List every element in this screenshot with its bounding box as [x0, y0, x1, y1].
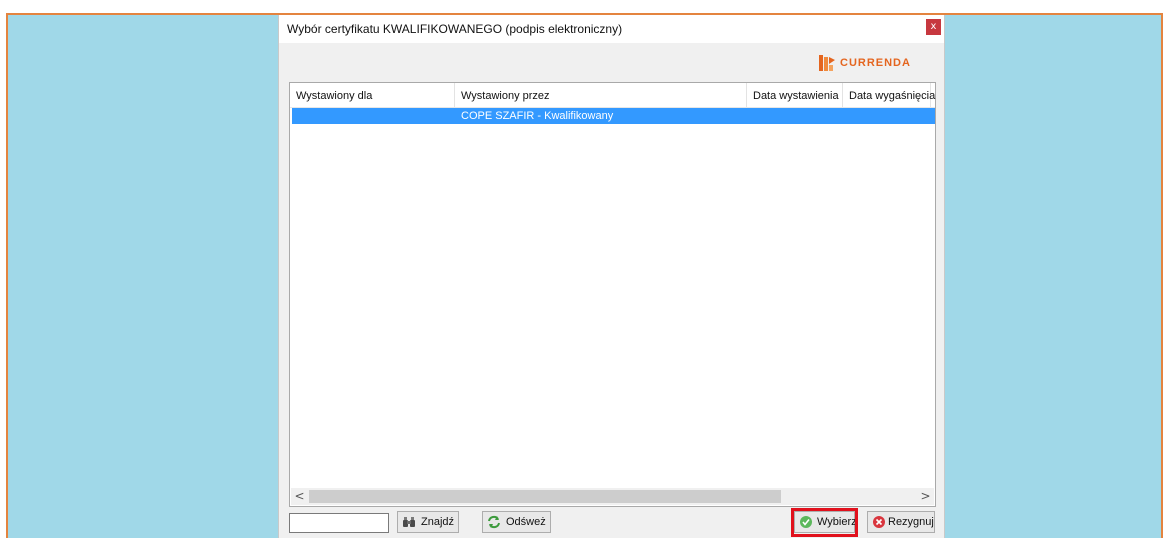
logo-text: CURRENDA	[840, 57, 911, 69]
scroll-left-icon[interactable]: <	[291, 488, 308, 505]
certificate-list[interactable]: Wystawiony dla Wystawiony przez Data wys…	[289, 82, 936, 507]
cancel-icon	[873, 516, 885, 528]
find-button-label: Znajdź	[421, 516, 455, 528]
cell-issued-by: COPE SZAFIR - Kwalifikowany	[461, 110, 614, 122]
column-header-issued-by[interactable]: Wystawiony przez	[455, 83, 747, 107]
list-header: Wystawiony dla Wystawiony przez Data wys…	[290, 83, 935, 108]
find-button[interactable]: Znajdź	[397, 511, 459, 533]
title-bar: Wybór certyfikatu KWALIFIKOWANEGO (podpi…	[279, 15, 944, 43]
select-button-highlight	[791, 508, 858, 537]
cancel-button-label: Rezygnuj	[888, 516, 934, 528]
column-header-issue-date[interactable]: Data wystawienia	[747, 83, 843, 107]
binoculars-icon	[403, 517, 415, 527]
refresh-button[interactable]: Odśweż	[482, 511, 551, 533]
cell-issued-to	[292, 108, 461, 124]
scroll-thumb[interactable]	[309, 490, 781, 503]
horizontal-scrollbar[interactable]: < >	[291, 488, 934, 505]
currenda-logo-icon	[819, 55, 835, 71]
certificate-dialog: Wybór certyfikatu KWALIFIKOWANEGO (podpi…	[278, 15, 945, 538]
cancel-button[interactable]: Rezygnuj	[867, 511, 935, 533]
close-button[interactable]: x	[926, 19, 941, 35]
column-header-issued-to[interactable]: Wystawiony dla	[290, 83, 455, 107]
column-header-expiry-date[interactable]: Data wygaśnięcia	[843, 83, 935, 107]
refresh-button-label: Odśweż	[506, 516, 546, 528]
cell-issue-date	[747, 108, 849, 124]
dialog-title: Wybór certyfikatu KWALIFIKOWANEGO (podpi…	[287, 22, 623, 36]
refresh-icon	[488, 515, 500, 529]
search-input[interactable]	[289, 513, 389, 533]
table-row[interactable]: COPE SZAFIR - Kwalifikowany	[292, 108, 935, 124]
scroll-right-icon[interactable]: >	[917, 488, 934, 505]
cell-expiry-date	[843, 108, 937, 124]
